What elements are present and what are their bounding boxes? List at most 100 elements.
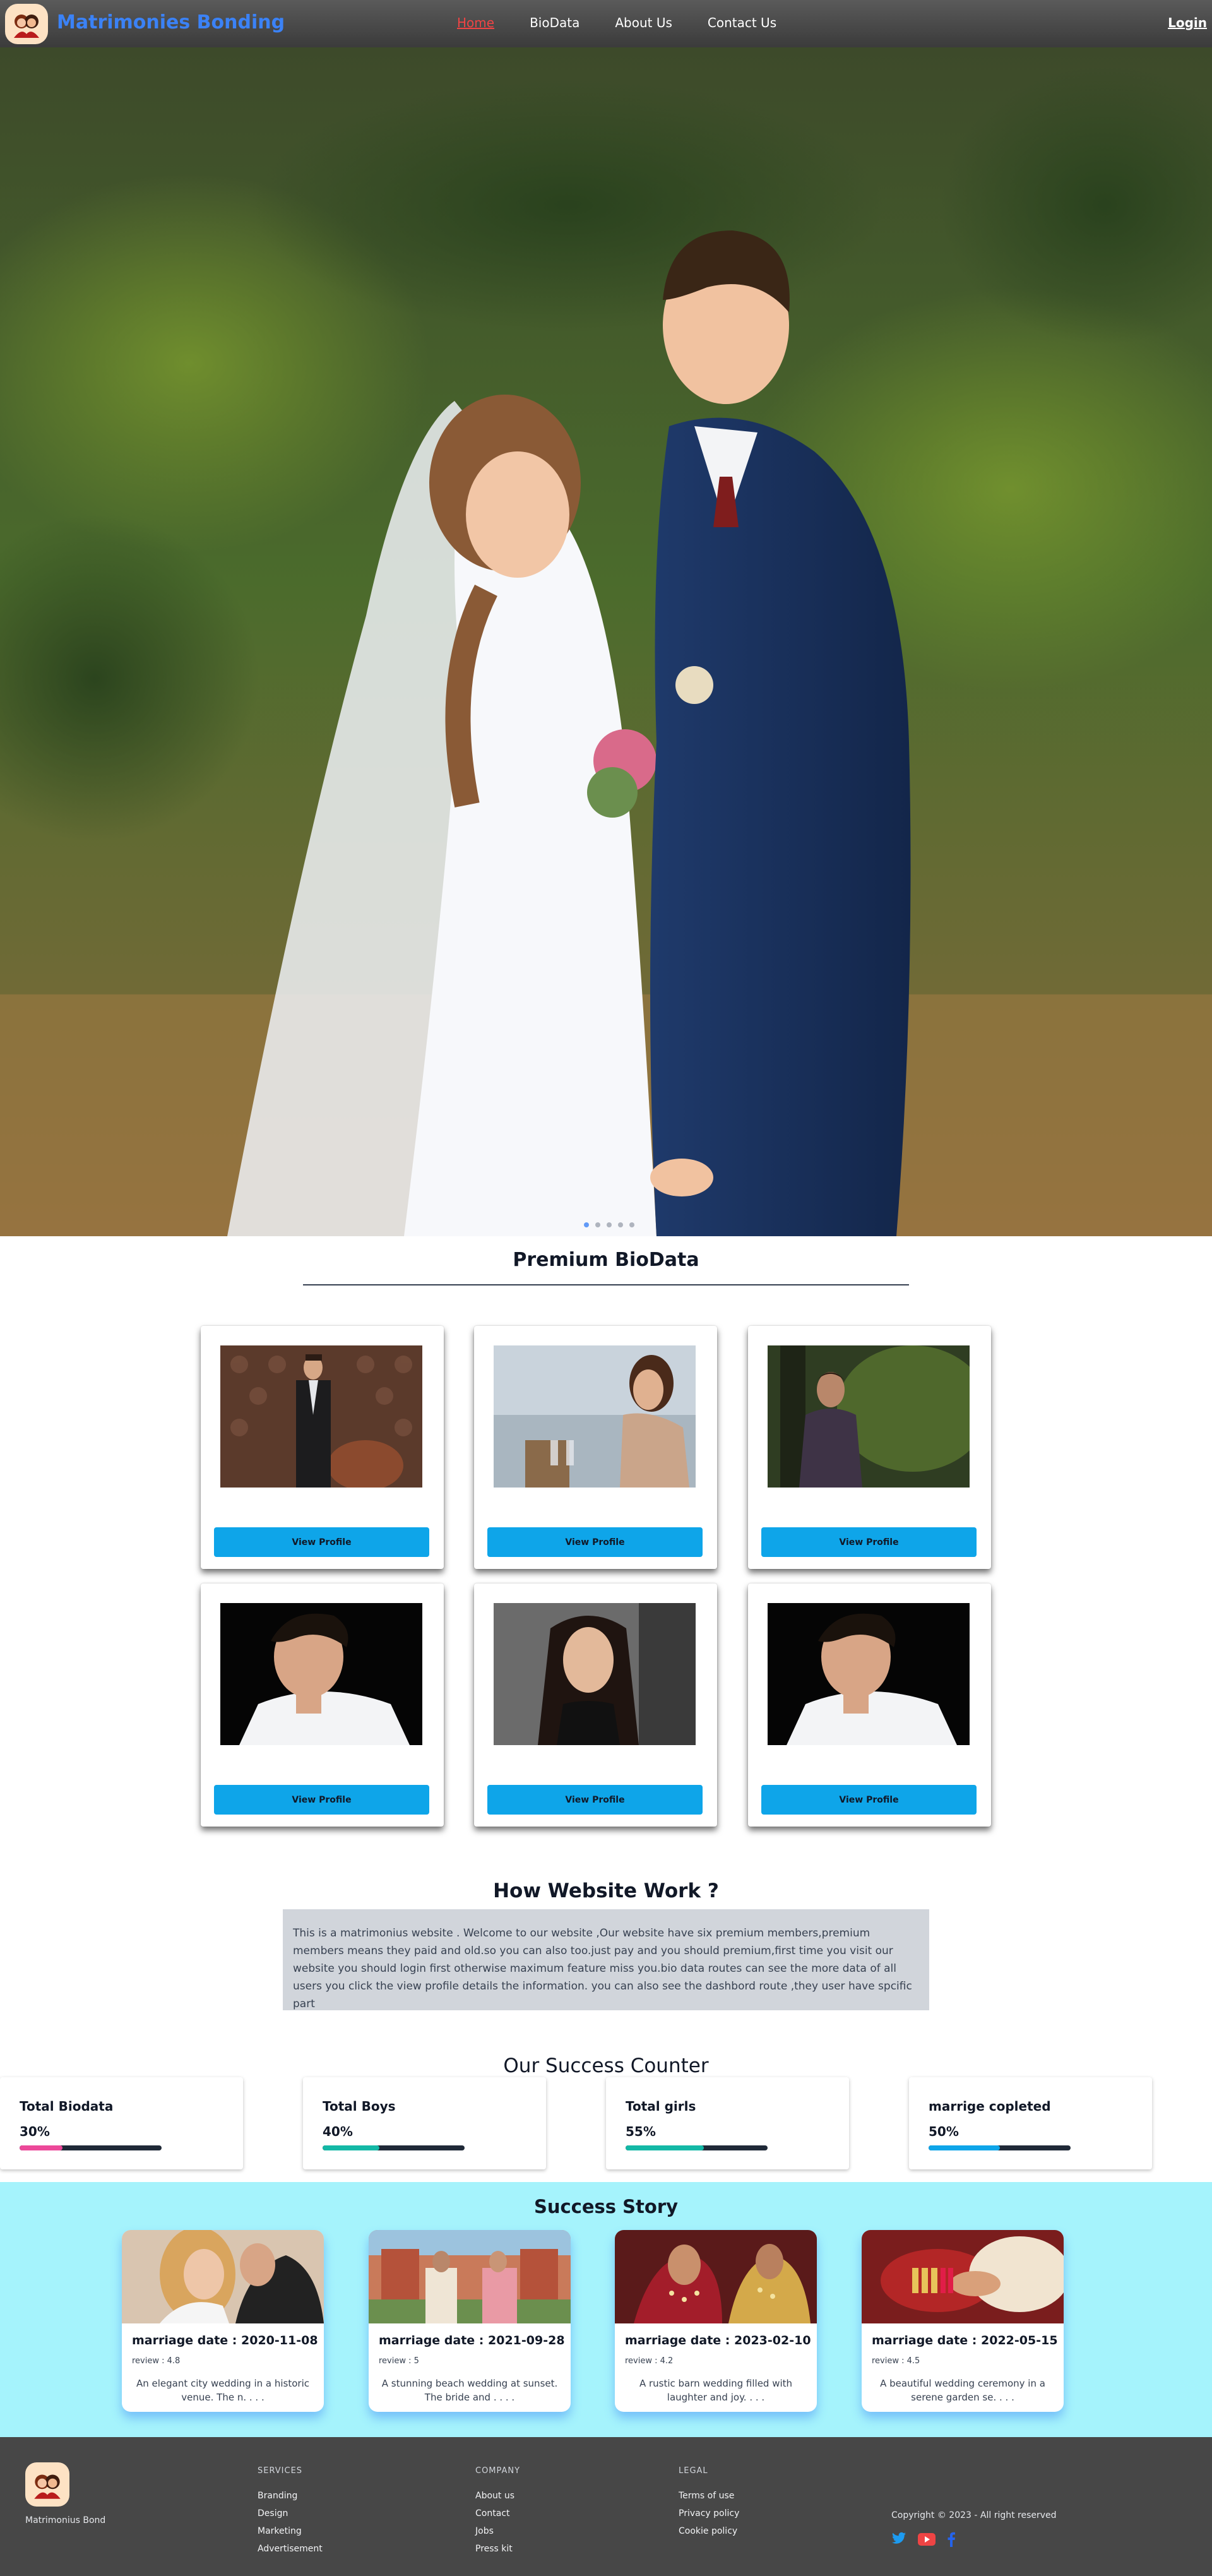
stat-progress-fill [323, 2145, 379, 2150]
indian-wedding-photo-icon [615, 2230, 817, 2323]
stat-percent: 30% [20, 2124, 50, 2139]
story-photo [862, 2230, 1064, 2323]
hero-wedding-couple-image [0, 47, 1212, 1236]
footer-logo[interactable] [25, 2462, 69, 2507]
footer-link-cookie[interactable]: Cookie policy [679, 2522, 739, 2540]
story-date: marriage date : 2023-02-10 [625, 2334, 811, 2347]
stat-label: Total Boys [323, 2099, 396, 2114]
story-review: review : 4.8 [132, 2356, 181, 2366]
view-profile-button[interactable]: View Profile [761, 1527, 977, 1557]
footer-link-branding[interactable]: Branding [258, 2487, 323, 2505]
carousel-dot[interactable] [629, 1222, 634, 1227]
premium-divider [303, 1284, 909, 1285]
nav-home[interactable]: Home [457, 15, 494, 30]
view-profile-button[interactable]: View Profile [487, 1527, 703, 1557]
story-card[interactable]: marriage date : 2020-11-08 review : 4.8 … [122, 2230, 324, 2412]
story-date: marriage date : 2022-05-15 [872, 2334, 1058, 2347]
footer-services-column: SERVICES Branding Design Marketing Adver… [258, 2466, 323, 2558]
carousel-dots [584, 1222, 634, 1227]
footer-link-terms[interactable]: Terms of use [679, 2487, 739, 2505]
view-profile-button[interactable]: View Profile [761, 1785, 977, 1815]
profile-card: View Profile [474, 1583, 717, 1827]
story-card[interactable]: marriage date : 2021-09-28 review : 5 A … [369, 2230, 571, 2412]
nav-contact-us[interactable]: Contact Us [708, 15, 776, 30]
copyright-text: Copyright © 2023 - All right reserved [891, 2510, 1057, 2520]
footer-legal-title: LEGAL [679, 2466, 708, 2476]
footer-link-marketing[interactable]: Marketing [258, 2522, 323, 2540]
stat-card-total-girls: Total girls 55% [606, 2077, 849, 2169]
story-description: A stunning beach wedding at sunset. The … [381, 2378, 558, 2403]
stat-label: marrige copleted [929, 2099, 1051, 2114]
profile-photo [768, 1603, 970, 1745]
story-description: An elegant city wedding in a historic ve… [136, 2378, 309, 2403]
profile-card: View Profile [201, 1326, 444, 1569]
story-card[interactable]: marriage date : 2023-02-10 review : 4.2 … [615, 2230, 817, 2412]
footer-link-design[interactable]: Design [258, 2505, 323, 2522]
story-review: review : 4.5 [872, 2356, 920, 2366]
carousel-dot[interactable] [607, 1222, 612, 1227]
story-description: A rustic barn wedding filled with laught… [639, 2378, 793, 2403]
stat-label: Total girls [626, 2099, 696, 2114]
profile-photo [494, 1345, 696, 1488]
stat-label: Total Biodata [20, 2099, 114, 2114]
youtube-icon[interactable] [918, 2532, 936, 2551]
profile-photo [768, 1345, 970, 1488]
profile-card: View Profile [474, 1326, 717, 1569]
nav-about-us[interactable]: About Us [615, 15, 672, 30]
logo[interactable] [5, 4, 48, 44]
how-description: This is a matrimonius website . Welcome … [283, 1909, 929, 2010]
footer-link-privacy[interactable]: Privacy policy [679, 2505, 739, 2522]
footer-link-advertisement[interactable]: Advertisement [258, 2540, 323, 2558]
woman-dark-hair-photo-icon [494, 1603, 696, 1745]
stat-percent: 50% [929, 2124, 959, 2139]
hero-carousel[interactable] [0, 47, 1212, 1236]
story-card[interactable]: marriage date : 2022-05-15 review : 4.5 … [862, 2230, 1064, 2412]
twitter-icon[interactable] [891, 2532, 906, 2551]
profile-photo [220, 1603, 422, 1745]
stat-progress-fill [929, 2145, 1000, 2150]
story-photo [615, 2230, 817, 2323]
stat-progress-bar [20, 2145, 162, 2150]
footer-brand-name: Matrimonius Bond [25, 2515, 106, 2525]
view-profile-button[interactable]: View Profile [214, 1527, 429, 1557]
story-date: marriage date : 2021-09-28 [379, 2334, 565, 2347]
footer-link-jobs[interactable]: Jobs [475, 2522, 520, 2540]
brand-name[interactable]: Matrimonies Bonding [57, 11, 285, 33]
carousel-dot[interactable] [595, 1222, 600, 1227]
story-review: review : 5 [379, 2356, 419, 2366]
nav-biodata[interactable]: BioData [530, 15, 579, 30]
footer: Matrimonius Bond SERVICES Branding Desig… [0, 2437, 1212, 2576]
footer-link-press-kit[interactable]: Press kit [475, 2540, 520, 2558]
stat-card-marriage-completed: marrige copleted 50% [909, 2077, 1152, 2169]
profile-card: View Profile [748, 1583, 991, 1827]
view-profile-button[interactable]: View Profile [214, 1785, 429, 1815]
carousel-dot[interactable] [584, 1222, 589, 1227]
footer-link-contact[interactable]: Contact [475, 2505, 520, 2522]
couple-logo-icon [14, 15, 39, 38]
stat-card-total-biodata: Total Biodata 30% [0, 2077, 243, 2169]
bridal-hands-photo-icon [862, 2230, 1064, 2323]
story-date: marriage date : 2020-11-08 [132, 2334, 318, 2347]
login-link[interactable]: Login [1168, 15, 1207, 30]
footer-company-title: COMPANY [475, 2466, 521, 2476]
stat-card-total-boys: Total Boys 40% [303, 2077, 546, 2169]
couple-logo-icon [34, 2474, 61, 2499]
how-title: How Website Work ? [493, 1880, 719, 1902]
stat-progress-fill [626, 2145, 704, 2150]
navbar: Matrimonies Bonding Home BioData About U… [0, 0, 1212, 47]
footer-company-column: COMPANY About us Contact Jobs Press kit [475, 2466, 520, 2558]
stat-percent: 40% [323, 2124, 353, 2139]
carousel-dot[interactable] [618, 1222, 623, 1227]
man-white-shirt-photo-icon [768, 1603, 970, 1745]
counter-title: Our Success Counter [503, 2054, 709, 2077]
view-profile-button[interactable]: View Profile [487, 1785, 703, 1815]
man-in-forest-photo-icon [768, 1345, 970, 1488]
social-links [891, 2532, 956, 2551]
profile-photo [494, 1603, 696, 1745]
success-story-section: Success Story marriage date : 2020-11-08… [0, 2182, 1212, 2437]
facebook-icon[interactable] [947, 2532, 956, 2551]
premium-title: Premium BioData [513, 1249, 699, 1271]
footer-link-about-us[interactable]: About us [475, 2487, 520, 2505]
story-review: review : 4.2 [625, 2356, 674, 2366]
profile-card: View Profile [748, 1326, 991, 1569]
